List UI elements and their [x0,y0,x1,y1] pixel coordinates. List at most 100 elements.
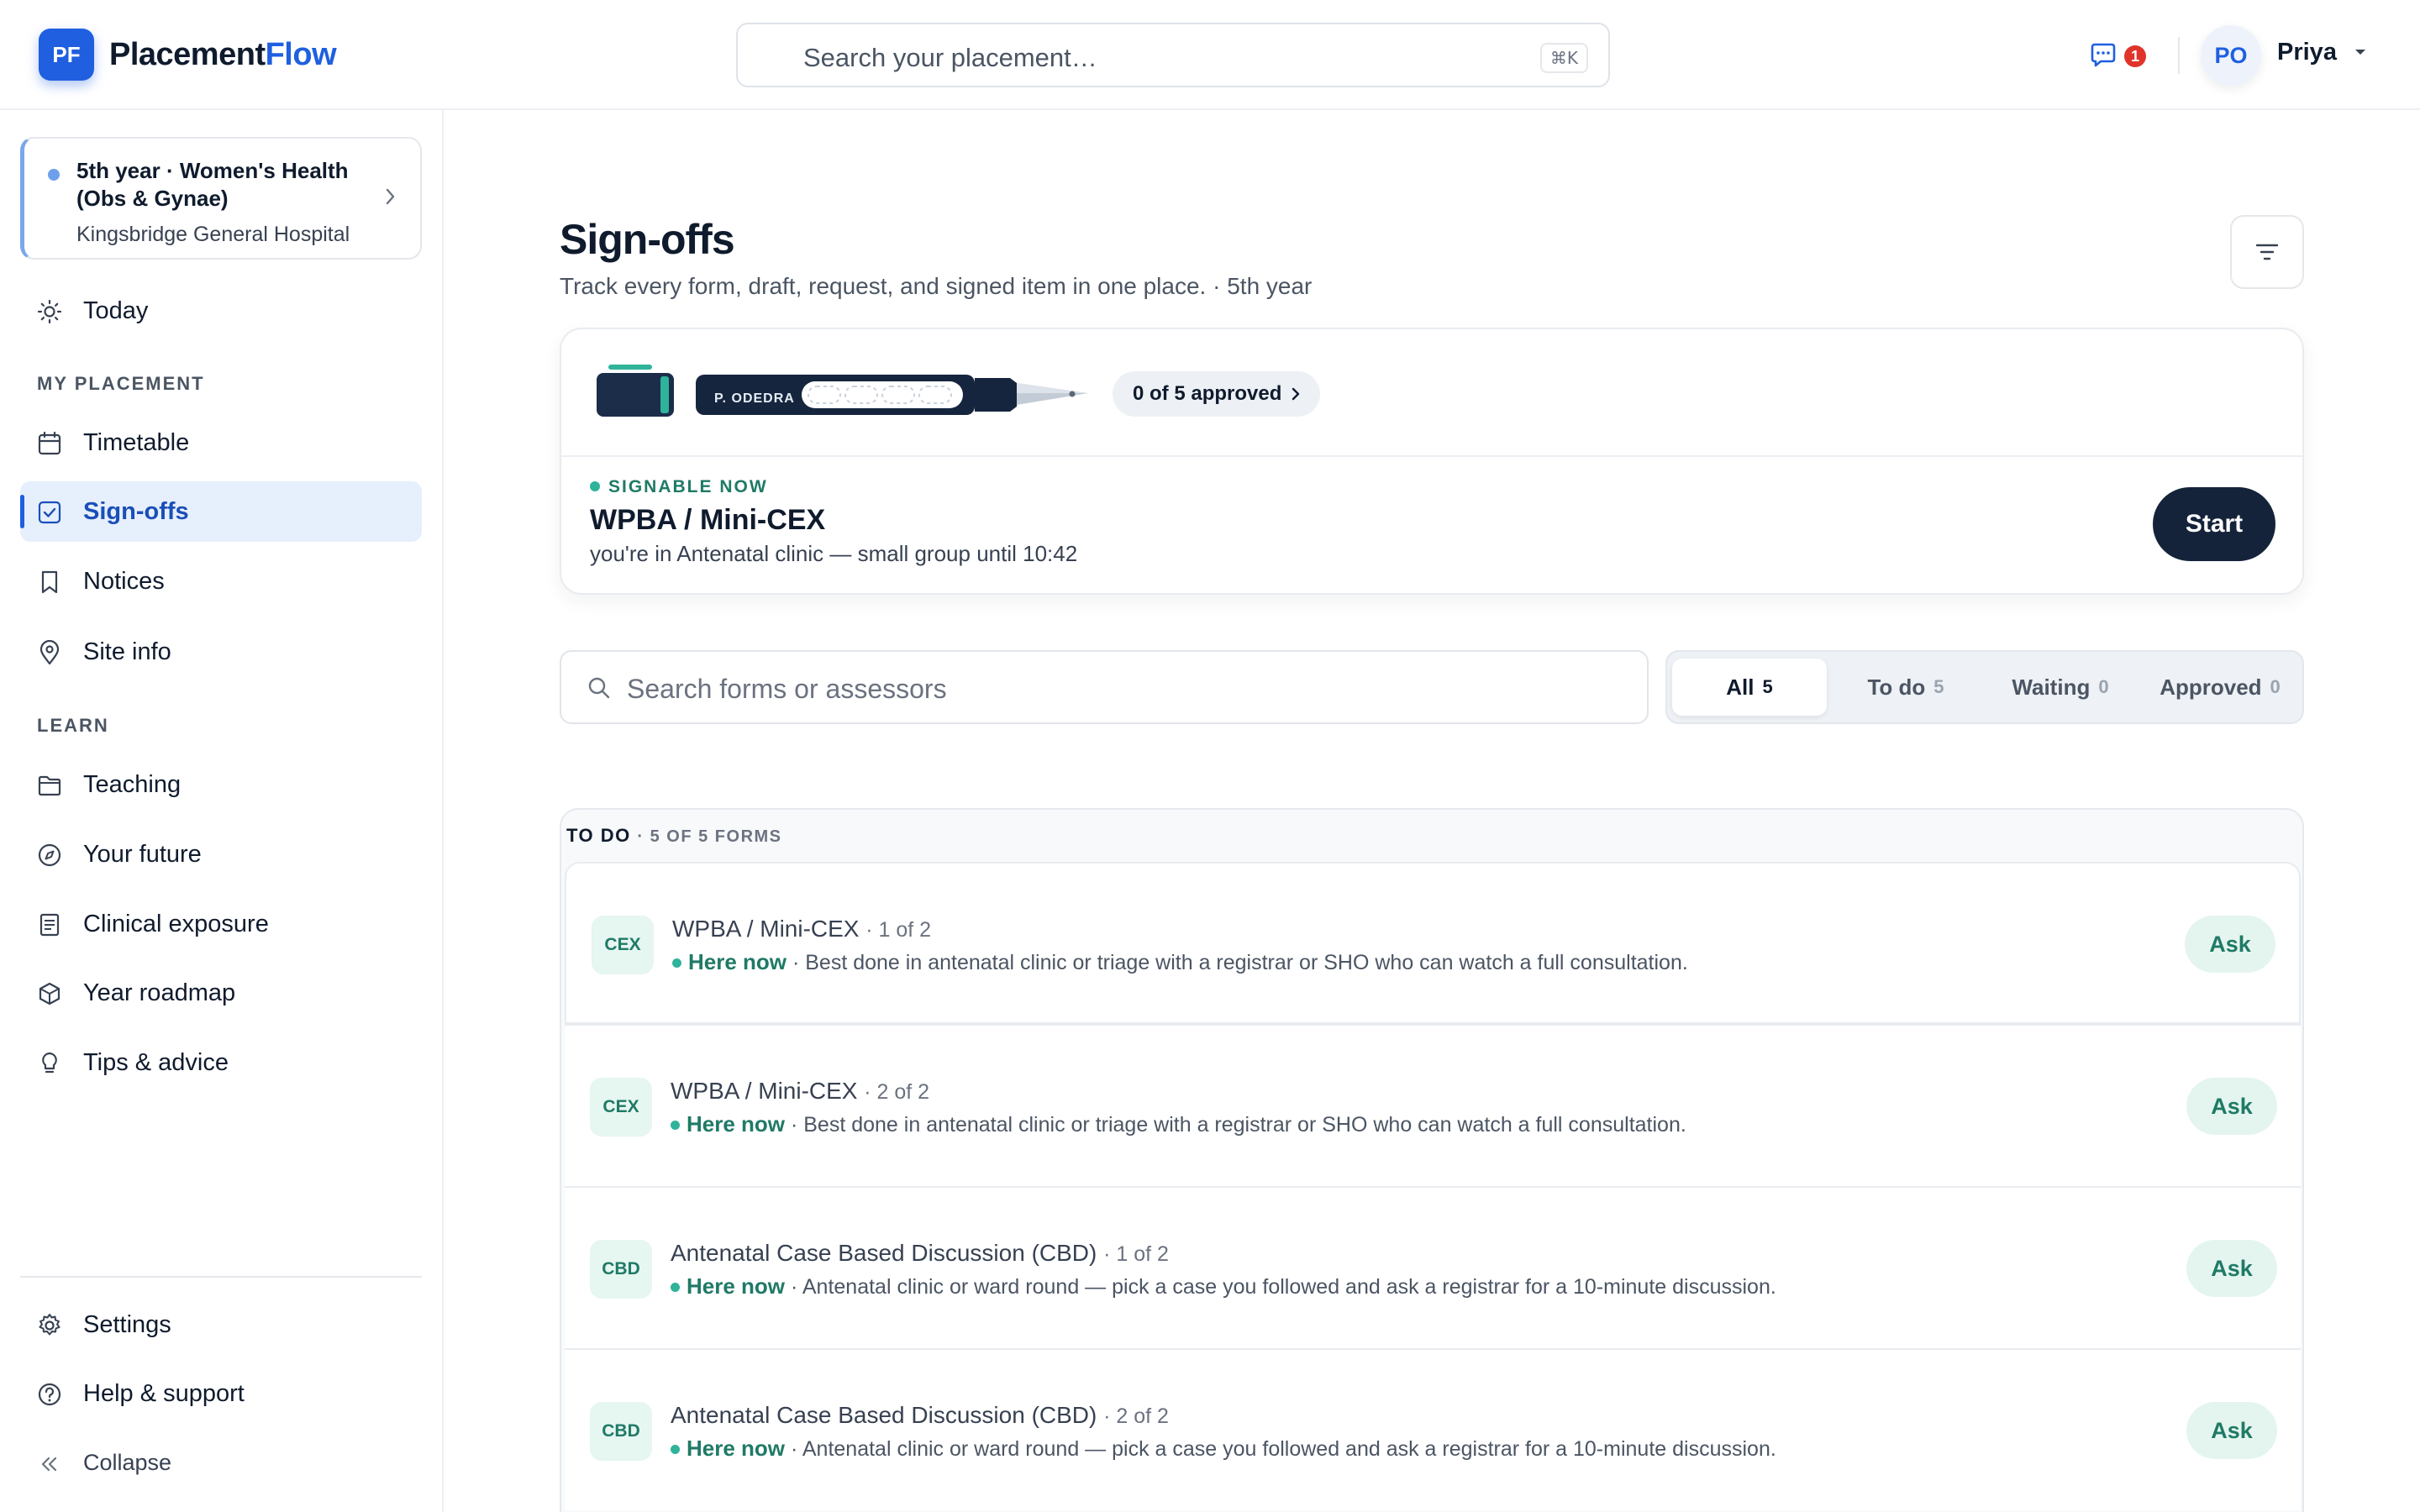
tab-count: 5 [1933,676,1944,697]
tab-to-do[interactable]: To do 5 [1830,659,1981,716]
form-meta: Here now · Antenatal clinic or ward roun… [671,1273,1776,1299]
tab-count: 0 [2098,676,2109,697]
form-type-badge: CBD [590,1402,652,1461]
sidebar-item-year-roadmap[interactable]: Year roadmap [20,963,422,1023]
approval-progress-strip: P. ODEDRA 0 of 5 approved [561,329,2302,457]
form-row[interactable]: CEX WPBA / Mini-CEX · 2 of 2 Here now · … [565,1024,2301,1186]
tab-label: Waiting [2012,674,2091,700]
sidebar-item-timetable[interactable]: Timetable [20,412,422,473]
start-button[interactable]: Start [2153,487,2275,561]
form-instance-count: · 2 of 2 [864,1080,930,1104]
sidebar-item-label: Teaching [83,771,182,798]
form-row[interactable]: CBD Antenatal Case Based Discussion (CBD… [565,1186,2301,1348]
form-hint: · Antenatal clinic or ward round — pick … [790,1437,1776,1461]
placement-title: 5th year · Women's Health (Obs & Gynae) [76,158,349,211]
map-pin-icon [39,640,60,665]
sidebar-item-settings[interactable]: Settings [20,1294,422,1355]
tab-all[interactable]: All 5 [1672,659,1827,716]
placement-status-dot [48,169,60,181]
sidebar: 5th year · Women's Health (Obs & Gynae) … [0,110,444,1512]
chevron-down-icon[interactable] [2353,47,2368,57]
bookmark-icon [41,570,58,594]
pen-engraved-name: P. ODEDRA [714,391,795,406]
user-name[interactable]: Priya [2277,39,2337,66]
sidebar-item-label: Tips & advice [83,1049,229,1076]
signable-status-dot [590,481,600,491]
header-divider [2178,37,2180,74]
sidebar-item-label: Notices [83,568,165,595]
group-count-label: · 5 OF 5 FORMS [637,827,782,846]
folder-icon [38,775,61,796]
form-title-text: WPBA / Mini-CEX [671,1078,858,1104]
messages-button[interactable]: 1 [2089,40,2148,71]
here-now-text: Here now [687,1111,786,1137]
sidebar-divider [20,1276,422,1278]
sidebar-item-today[interactable]: Today [20,281,422,341]
sidebar-collapse-button[interactable]: Collapse [20,1433,422,1494]
gear-icon [39,1314,60,1336]
signable-form-title: WPBA / Mini-CEX [590,504,826,536]
search-shortcut-hint: ⌘K [1539,43,1588,73]
form-instance-count: · 1 of 2 [865,918,932,942]
to-do-group: TO DO · 5 OF 5 FORMS CEX WPBA / Mini-CEX… [560,808,2304,1512]
forms-search-placeholder: Search forms or assessors [627,674,947,704]
page-title: Sign-offs [560,216,735,263]
here-now-text: Here now [687,1273,786,1299]
tab-label: All [1726,674,1754,700]
global-search-placeholder: Search your placement… [803,43,1097,72]
filter-lines-icon [2255,244,2279,260]
sidebar-item-teaching[interactable]: Teaching [20,754,422,815]
here-now-text: Here now [687,1436,786,1461]
document-icon [39,913,60,937]
tab-label: Approved [2160,674,2262,700]
approved-progress-pill[interactable]: 0 of 5 approved [1113,371,1321,417]
signable-now-text: SIGNABLE NOW [608,477,768,496]
form-hint: · Antenatal clinic or ward round — pick … [790,1275,1776,1299]
form-title: WPBA / Mini-CEX · 1 of 2 [672,916,931,942]
form-title-text: WPBA / Mini-CEX [672,916,860,942]
sidebar-item-sign-offs[interactable]: Sign-offs [20,481,422,542]
form-instance-count: · 2 of 2 [1103,1404,1169,1428]
sidebar-item-your-future[interactable]: Your future [20,824,422,885]
calendar-icon [38,431,61,455]
global-search-input[interactable]: Search your placement… ⌘K [736,23,1610,87]
section-heading-learn: LEARN [37,715,109,736]
user-avatar[interactable]: PO [2201,25,2261,86]
placement-switcher[interactable]: 5th year · Women's Health (Obs & Gynae) … [20,137,422,260]
form-type-badge: CBD [590,1240,652,1299]
search-icon [588,677,610,699]
ask-button[interactable]: Ask [2186,1240,2277,1297]
app-logo-badge[interactable]: PF [39,29,94,81]
sidebar-item-clinical-exposure[interactable]: Clinical exposure [20,894,422,954]
sidebar-item-label: Settings [83,1311,171,1338]
filter-button[interactable] [2230,215,2304,289]
signable-now-card: P. ODEDRA 0 of 5 approved SIGNABLE NOW W… [560,328,2304,595]
sidebar-item-help-support[interactable]: Help & support [20,1363,422,1424]
ask-button[interactable]: Ask [2186,1078,2277,1135]
sidebar-item-label: Timetable [83,429,190,456]
sidebar-item-label: Site info [83,638,171,665]
cube-icon [39,982,60,1005]
here-now-status: Here now [672,949,786,974]
form-meta: Here now · Best done in antenatal clinic… [672,949,1688,975]
ask-button[interactable]: Ask [2185,916,2275,973]
sidebar-item-tips-advice[interactable]: Tips & advice [20,1032,422,1093]
sidebar-item-notices[interactable]: Notices [20,551,422,612]
tab-approved[interactable]: Approved 0 [2139,659,2301,716]
here-now-status: Here now [671,1111,785,1137]
messages-count-badge: 1 [2124,45,2146,67]
tab-label: To do [1867,674,1926,700]
sidebar-item-site-info[interactable]: Site info [20,622,422,682]
form-row[interactable]: CEX WPBA / Mini-CEX · 1 of 2 Here now · … [565,862,2301,1024]
app-logo-text[interactable]: PlacementFlow [109,37,337,73]
compass-icon [38,843,61,867]
form-instance-count: · 1 of 2 [1103,1242,1169,1266]
form-title: WPBA / Mini-CEX · 2 of 2 [671,1078,929,1105]
ask-button[interactable]: Ask [2186,1402,2277,1459]
help-circle-icon [38,1383,61,1406]
app-name-part1: Placement [109,37,266,72]
form-row[interactable]: CBD Antenatal Case Based Discussion (CBD… [565,1348,2301,1510]
forms-search-input[interactable]: Search forms or assessors [560,650,1649,724]
sun-icon [37,299,62,324]
tab-waiting[interactable]: Waiting 0 [1985,659,2136,716]
